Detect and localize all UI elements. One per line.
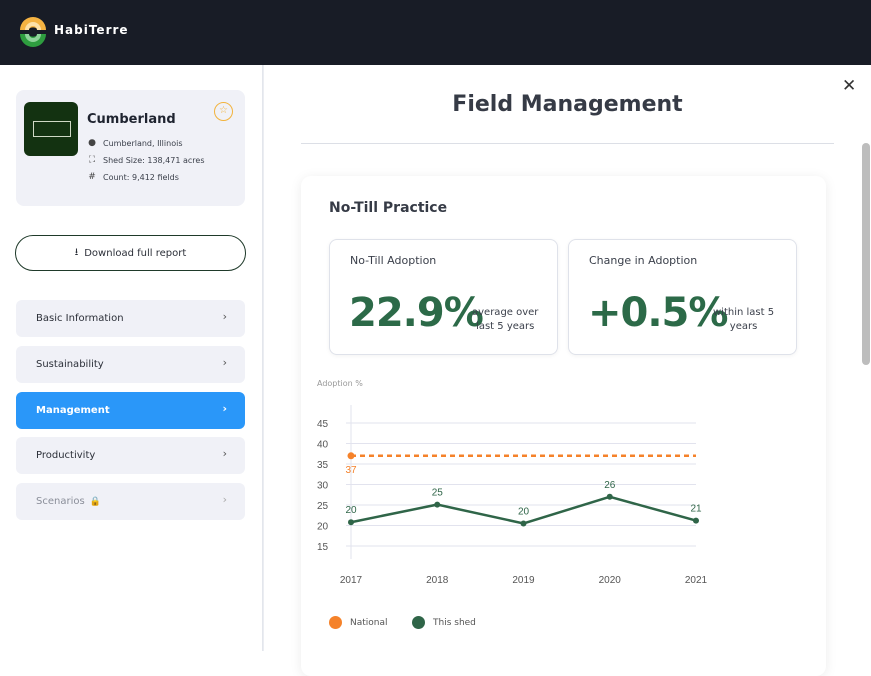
kpi-value: 22.9% [349,290,484,336]
sidebar: Cumberland ● Cumberland, Illinois ⛶ Shed… [0,65,262,651]
chevron-right-icon: › [222,493,227,506]
expand-area-icon: ⛶ [88,155,96,165]
shed-data-label: 20 [345,505,357,516]
map-pin-icon: ● [88,138,96,148]
shed-point [348,519,354,526]
chevron-right-icon: › [222,310,227,323]
y-tick-label: 15 [317,542,329,553]
chevron-right-icon: › [222,402,227,415]
shed-size: Shed Size: 138,471 acres [103,155,205,165]
no-till-card: No-Till Practice No-Till Adoption 22.9% … [301,176,826,676]
x-tick-label: 2018 [426,575,449,586]
shed-point [606,493,613,500]
habiterre-logo-icon [20,17,46,47]
adoption-line-chart: Adoption %152025303540452017 2018 2019 2020… [317,379,708,586]
legend-dot [412,616,425,629]
location-place: Cumberland, Illinois [103,138,183,148]
brand-name: HabiTerre [54,23,129,37]
national-data-label: 37 [345,465,357,476]
kpi-note: within last 5 years [713,307,775,332]
sidebar-item-sustainability[interactable]: Sustainability › [16,346,245,383]
main-panel: Field Management ✕ No-Till Practice No-T… [264,65,871,676]
y-tick-label: 45 [317,419,329,430]
shed-data-label: 25 [432,488,444,499]
scrollbar[interactable] [862,143,870,365]
page-title: Field Management [452,92,683,117]
sidebar-item-basic-information[interactable]: Basic Information › [16,300,245,337]
sidebar-item-productivity[interactable]: Productivity › [16,437,245,474]
lock-icon: 🔒 [89,496,101,507]
x-tick-label: 2017 [340,575,363,586]
x-tick-label: 2019 [512,575,535,586]
shed-data-label: 26 [604,480,616,491]
top-bar: HabiTerre [0,0,871,65]
legend-item-national[interactable]: National [329,616,388,629]
location-card: Cumberland ● Cumberland, Illinois ⛶ Shed… [16,90,245,206]
section-title: No-Till Practice [329,200,448,216]
y-tick-label: 25 [317,501,329,512]
legend-item-this-shed[interactable]: This shed [412,616,476,629]
kpi-change-in-adoption: Change in Adoption +0.5% within last 5 y… [568,239,797,355]
title-divider [301,143,834,144]
chevron-right-icon: › [222,447,227,460]
y-tick-label: 35 [317,460,329,471]
y-axis-label: Adoption % [317,379,363,388]
national-point [347,452,355,460]
shed-point [434,501,441,508]
download-icon: ⭳ [74,246,79,258]
shed-data-label: 21 [690,504,702,515]
shed-point [693,517,699,524]
sidebar-item-scenarios[interactable]: Scenarios 🔒 › [16,483,245,520]
y-tick-label: 20 [317,522,329,533]
field-count: Count: 9,412 fields [103,172,179,182]
hash-icon: # [88,172,96,182]
location-name: Cumberland [87,112,176,127]
kpi-no-till-adoption: No-Till Adoption 22.9% average over last… [329,239,558,355]
sidebar-item-management[interactable]: Management › [16,392,245,429]
chevron-right-icon: › [222,356,227,369]
kpi-value: +0.5% [588,290,728,336]
shed-data-label: 20 [518,506,530,517]
y-tick-label: 40 [317,440,329,451]
close-icon[interactable]: ✕ [842,76,856,96]
legend-dot [329,616,342,629]
shed-point [520,520,527,527]
download-report-button[interactable]: ⭳ Download full report [15,235,246,271]
favorite-star-button[interactable]: ☆ [214,102,233,121]
location-thumbnail [24,102,78,156]
download-label: Download full report [84,247,187,259]
x-tick-label: 2021 [685,575,708,586]
x-tick-label: 2020 [599,575,622,586]
kpi-note: average over last 5 years [472,307,539,332]
y-tick-label: 30 [317,481,329,492]
